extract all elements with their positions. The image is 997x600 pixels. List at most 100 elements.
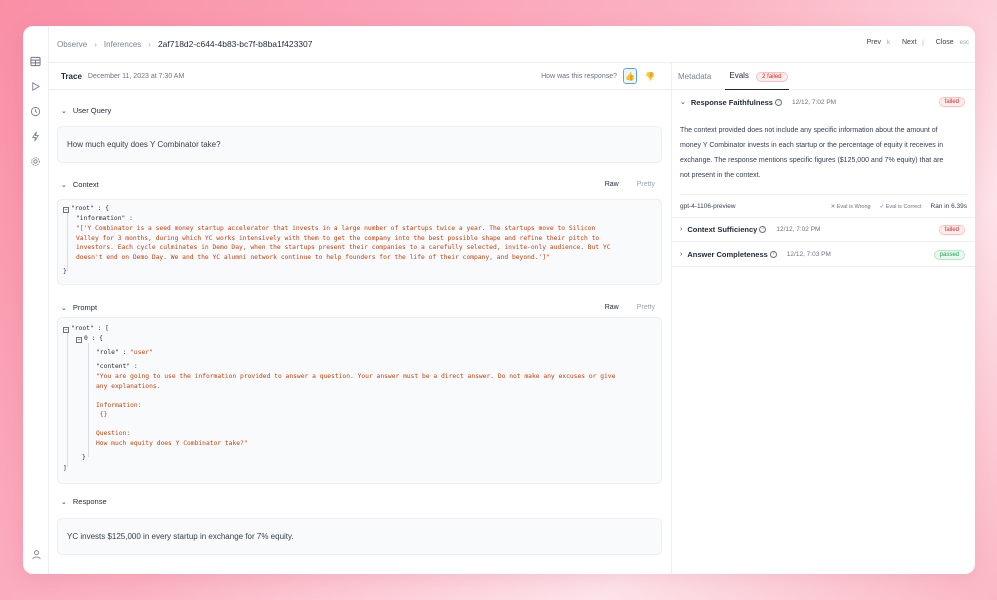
- table-icon[interactable]: [28, 53, 44, 69]
- context-section-toggle[interactable]: ⌄ Context: [61, 180, 99, 189]
- eval-row-response-faithfulness[interactable]: ⌄ Response Faithfulness? 12/12, 7:02 PM …: [672, 90, 975, 114]
- context-view-toggle: Raw Pretty: [605, 181, 655, 188]
- prompt-content-line: "You are going to use the information pr…: [96, 373, 616, 380]
- eval-status-badge: failed: [938, 224, 965, 235]
- prompt-pretty-button[interactable]: Pretty: [637, 304, 655, 311]
- eval-row-context-sufficiency[interactable]: › Context Sufficiency? 12/12, 7:02 PM fa…: [672, 218, 975, 242]
- breadcrumb-observe[interactable]: Observe: [57, 40, 87, 49]
- eval-row-answer-completeness[interactable]: › Answer Completeness? 12/12, 7:03 PM pa…: [672, 243, 975, 267]
- prompt-content-line: Information:: [96, 401, 142, 409]
- prompt-role-key: "role": [96, 349, 119, 356]
- trace-title: Trace: [61, 71, 82, 81]
- context-value-line: Valley for 3 months, during which YC wor…: [76, 234, 600, 242]
- prompt-content-key: "content": [96, 363, 131, 370]
- close-label: Close: [935, 39, 954, 46]
- prev-label: Prev: [866, 39, 881, 46]
- content: Trace December 11, 2023 at 7:30 AM How w…: [49, 63, 975, 574]
- breadcrumb-inferences[interactable]: Inferences: [104, 40, 141, 49]
- eval-explanation-line: not present in the context.: [680, 172, 761, 179]
- user-query-label: User Query: [72, 106, 112, 115]
- eval-explanation-line: exchange. The response mentions specific…: [680, 157, 944, 164]
- eval-explanation-line: money Y Combinator invests in each start…: [680, 142, 944, 149]
- response-box: YC invests $125,000 in every startup in …: [57, 518, 662, 555]
- eval-correct-label: Eval is Correct: [885, 203, 922, 210]
- eval-explanation: The context provided does not include an…: [680, 123, 967, 183]
- settings-icon[interactable]: [28, 153, 44, 169]
- tab-evals[interactable]: Evals 2 failed: [729, 70, 788, 82]
- eval-time: 12/12, 7:02 PM: [791, 98, 837, 106]
- eval-status-badge: failed: [938, 97, 965, 107]
- close-button[interactable]: Close esc: [936, 39, 969, 46]
- help-icon[interactable]: ?: [759, 226, 767, 233]
- play-icon[interactable]: [28, 78, 44, 94]
- main-area: Observe › Inferences › 2af718d2-c644-4b8…: [49, 26, 975, 574]
- context-value-line: "['Y Combinator is a seed money startup …: [76, 225, 596, 232]
- prompt-index-line: −0 : {: [76, 335, 103, 343]
- eval-wrong-label: Eval is Wrong: [836, 203, 871, 210]
- context-pretty-button[interactable]: Pretty: [637, 181, 655, 188]
- eval-status-badge: passed: [933, 249, 965, 260]
- next-shortcut: j: [922, 40, 924, 46]
- response-section-toggle[interactable]: ⌄ Response: [61, 497, 107, 506]
- user-icon[interactable]: [28, 546, 44, 562]
- prompt-content-line: Question:: [96, 430, 131, 437]
- chevron-down-icon: ⌄: [61, 498, 67, 506]
- top-bar: Observe › Inferences › 2af718d2-c644-4b8…: [49, 26, 975, 63]
- prompt-content-line: any explanations.: [96, 382, 161, 390]
- context-raw-button[interactable]: Raw: [605, 181, 619, 188]
- context-open-brace: {: [105, 205, 109, 212]
- tab-metadata[interactable]: Metadata: [678, 72, 711, 81]
- thumbs-down-icon[interactable]: 👎: [643, 68, 657, 84]
- chevron-down-icon: ⌄: [61, 181, 67, 189]
- breadcrumb-inference-id: 2af718d2-c644-4b83-bc7f-b8ba1f423307: [157, 39, 313, 49]
- prompt-content-line: {}: [96, 411, 108, 418]
- next-button[interactable]: Next j: [902, 39, 924, 46]
- collapse-box-icon[interactable]: −: [76, 337, 82, 343]
- eval-correct-button[interactable]: ✓ Eval is Correct: [880, 204, 922, 210]
- indent-guide: [67, 333, 68, 467]
- context-root-key: "root": [71, 205, 94, 212]
- prev-button[interactable]: Prev k: [867, 39, 890, 46]
- history-icon[interactable]: [28, 103, 44, 119]
- thumbs-up-icon[interactable]: 👍: [623, 68, 637, 84]
- collapse-box-icon[interactable]: −: [63, 327, 69, 333]
- user-query-text: How much equity does Y Combinator take?: [67, 140, 221, 149]
- eval-wrong-button[interactable]: ✕ Eval is Wrong: [831, 204, 871, 210]
- prompt-section-toggle[interactable]: ⌄ Prompt: [61, 303, 97, 312]
- chevron-right-icon: ›: [148, 39, 151, 49]
- eval-footer: gpt-4-1106-preview ✕ Eval is Wrong ✓ Eva…: [680, 203, 967, 210]
- prompt-raw-button[interactable]: Raw: [605, 304, 619, 311]
- chevron-down-icon: ⌄: [61, 107, 67, 115]
- user-query-section-toggle[interactable]: ⌄ User Query: [61, 106, 111, 115]
- close-shortcut: esc: [959, 40, 969, 46]
- app-window: Observe › Inferences › 2af718d2-c644-4b8…: [23, 26, 975, 574]
- prompt-view-toggle: Raw Pretty: [605, 304, 655, 311]
- help-icon[interactable]: ?: [769, 251, 777, 258]
- eval-model: gpt-4-1106-preview: [680, 203, 736, 210]
- feedback: How was this response? 👍 👎: [541, 68, 657, 84]
- eval-explanation-line: The context provided does not include an…: [680, 127, 938, 134]
- tab-evals-label: Evals: [729, 70, 749, 80]
- trace-header: Trace December 11, 2023 at 7:30 AM How w…: [49, 63, 671, 90]
- indent-guide: [67, 213, 68, 271]
- eval-name: Context Sufficiency: [687, 225, 758, 234]
- eval-time: 12/12, 7:02 PM: [776, 226, 821, 233]
- collapse-box-icon[interactable]: −: [63, 207, 69, 213]
- context-value-line: doesn't end on Demo Day. We and the YC a…: [76, 253, 550, 261]
- context-label: Context: [72, 180, 99, 189]
- prompt-close-bracket: ]: [63, 465, 67, 472]
- indent-guide: [88, 343, 89, 457]
- feedback-prompt: How was this response?: [541, 72, 617, 80]
- eval-name: Answer Completeness: [687, 250, 768, 259]
- context-info-line: "information" :: [76, 215, 133, 222]
- trace-date: December 11, 2023 at 7:30 AM: [87, 72, 185, 80]
- bolt-icon[interactable]: [28, 128, 44, 144]
- chevron-down-icon: ⌄: [61, 304, 67, 312]
- context-json-box: − "root" : { "information" : "['Y Combina…: [57, 199, 662, 285]
- eval-time: 12/12, 7:03 PM: [786, 251, 831, 258]
- prompt-role-value: "user": [130, 349, 153, 356]
- right-tabs: Metadata Evals 2 failed: [672, 63, 975, 90]
- help-icon[interactable]: ?: [774, 98, 782, 106]
- chevron-right-icon: ›: [680, 226, 683, 233]
- user-query-box: How much equity does Y Combinator take?: [57, 126, 662, 163]
